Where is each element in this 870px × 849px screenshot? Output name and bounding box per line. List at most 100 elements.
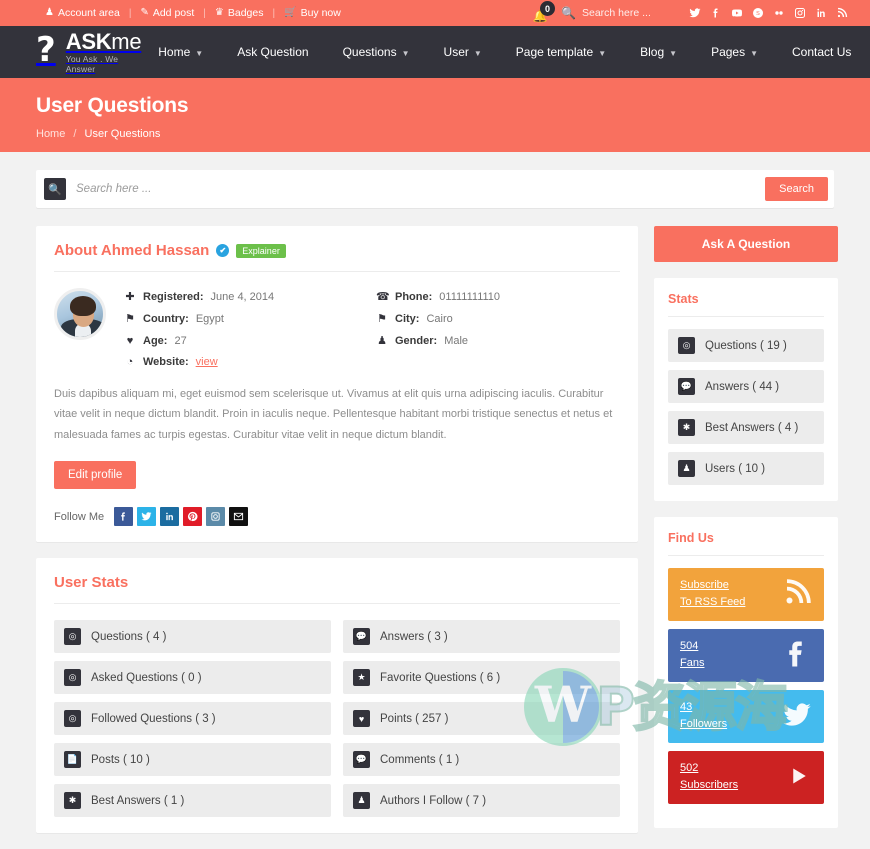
nav-item-contact-us[interactable]: Contact Us [775,45,868,59]
find-tile-line2: Fans [680,657,705,669]
page-title: User Questions [36,94,189,117]
asterisk-icon: ✱ [678,419,695,436]
nav-label: Contact Us [792,45,852,59]
logo-name-bold: ASK [65,28,112,54]
skype-icon[interactable]: S [747,3,768,24]
find-tile-line2: To RSS Feed [680,596,746,608]
page-banner: User Questions Home / User Questions [0,78,870,152]
nav-item-user[interactable]: User ▼ [427,45,499,59]
stat-row-comments[interactable]: 💬 Comments ( 1 ) [343,743,620,777]
profile-name: About Ahmed Hassan [54,242,210,259]
globe-icon: ◔ [126,356,134,368]
stat-row-authors-i-follow[interactable]: ♟ Authors I Follow ( 7 ) [343,784,620,818]
nav-label: Blog [640,45,665,59]
user-icon: ♟ [45,7,54,18]
heart-icon: ♥ [126,334,134,347]
chevron-down-icon: ▼ [750,48,759,58]
find-tile-text: 504 Fans [680,640,704,671]
search-icon[interactable]: 🔍 [561,6,576,20]
info-country: ⚑ Country: Egypt [124,312,368,326]
find-tile-facebook[interactable]: 504 Fans [668,629,824,682]
youtube-icon[interactable] [726,3,747,24]
topbar-search-input[interactable] [582,7,674,19]
info-label: Country: [143,312,189,325]
edit-profile-button[interactable]: Edit profile [54,461,137,490]
sidebar-stat-users[interactable]: ♟ Users ( 10 ) [668,452,824,485]
find-tile-rss[interactable]: Subscribe To RSS Feed [668,568,824,621]
search-input[interactable] [66,183,766,195]
nav-label: User [443,45,469,59]
search-button[interactable]: Search [765,177,828,201]
facebook-icon[interactable] [114,507,134,527]
pinterest-icon[interactable] [183,507,203,527]
nav-item-questions[interactable]: Questions ▼ [326,45,427,59]
nav-label: Ask Question [237,45,309,59]
topbar-link-buy-now[interactable]: 🛒 Buy now [275,7,350,19]
map-pin-icon: ⚑ [377,313,387,325]
stats-widget: Stats ◎ Questions ( 19 ) 💬 Answers ( 44 ) … [654,278,838,501]
nav-item-ask-question[interactable]: Ask Question [220,45,325,59]
topbar-link-add-post[interactable]: ✎ Add post [131,7,203,19]
profile-bio: Duis dapibus aliquam mi, eget euismod se… [54,388,613,441]
follow-icons [114,507,249,527]
twitter-icon[interactable] [137,507,157,527]
nav-item-page-template[interactable]: Page template ▼ [499,45,623,59]
nav-item-blog[interactable]: Blog ▼ [623,45,694,59]
stat-row-posts[interactable]: 📄 Posts ( 10 ) [54,743,331,777]
svg-text:S: S [756,11,760,17]
stat-label: Users ( 10 ) [705,462,766,475]
user-stats-card: User Stats ◎ Questions ( 4 ) 💬 Answers ( 3… [36,558,638,834]
topbar-link-account-area[interactable]: ♟ Account area [36,7,129,19]
nav-item-home[interactable]: Home ▼ [141,45,220,59]
linkedin-icon[interactable] [810,3,831,24]
stat-row-best-answers[interactable]: ✱ Best Answers ( 1 ) [54,784,331,818]
stat-row-answers[interactable]: 💬 Answers ( 3 ) [343,620,620,654]
facebook-icon[interactable] [705,3,726,24]
stat-row-favorite-questions[interactable]: ★ Favorite Questions ( 6 ) [343,661,620,695]
heart-icon: ♥ [353,710,370,728]
phone-icon: ☎ [376,291,390,303]
stats-widget-list: ◎ Questions ( 19 ) 💬 Answers ( 44 ) ✱ Best … [668,329,824,485]
comment-icon: 💬 [678,378,695,395]
info-value: Male [444,334,469,347]
verified-icon: ✔ [216,244,230,257]
clock-question-icon: ◎ [64,628,81,646]
find-tile-twitter[interactable]: 43 Followers [668,690,824,743]
info-website: ◔ Website: view [124,356,368,368]
logo-name-thin: me [111,28,142,54]
website-link[interactable]: view [196,356,218,368]
linkedin-icon[interactable] [160,507,180,527]
section-heading: User Stats [54,574,129,592]
profile-card: About Ahmed Hassan ✔ Explainer ✚ Registe… [36,226,638,543]
instagram-icon[interactable] [206,507,226,527]
rss-icon[interactable] [831,3,852,24]
stat-row-asked-questions[interactable]: ◎ Asked Questions ( 0 ) [54,661,331,695]
sidebar-stat-questions[interactable]: ◎ Questions ( 19 ) [668,329,824,362]
find-tile-line1: 502 [680,762,699,775]
logo-tagline: You Ask . We Answer [65,54,119,75]
breadcrumb-home[interactable]: Home [36,128,65,140]
breadcrumb-current: User Questions [84,128,161,140]
twitter-icon[interactable] [684,3,705,24]
stat-row-points[interactable]: ♥ Points ( 257 ) [343,702,620,736]
instagram-icon[interactable] [789,3,810,24]
find-tile-line1: 504 [680,640,699,653]
topbar-link-badges[interactable]: ♛ Badges [206,7,273,19]
ask-a-question-button[interactable]: Ask A Question [654,226,838,262]
profile-card-title: About Ahmed Hassan ✔ Explainer [54,242,620,272]
find-tile-youtube[interactable]: 502 Subscribers [668,751,824,804]
flickr-icon[interactable] [768,3,789,24]
stat-label: Answers ( 3 ) [380,630,448,643]
stat-row-questions[interactable]: ◎ Questions ( 4 ) [54,620,331,654]
email-icon[interactable] [229,507,249,527]
topbar-search: 🔍 [561,6,674,20]
user-stats-grid: ◎ Questions ( 4 ) 💬 Answers ( 3 ) ◎ Asked Q… [54,604,620,818]
sidebar-stat-best-answers[interactable]: ✱ Best Answers ( 4 ) [668,411,824,444]
topbar-link-label: Badges [227,7,264,19]
site-logo[interactable]: ? ASKme You Ask . We Answer [36,28,142,75]
nav-item-pages[interactable]: Pages ▼ [694,45,775,59]
sidebar-stat-answers[interactable]: 💬 Answers ( 44 ) [668,370,824,403]
notification-bell[interactable]: 🔔 0 [529,0,556,26]
info-registered: ✚ Registered: June 4, 2014 [124,290,368,304]
stat-row-followed-questions[interactable]: ◎ Followed Questions ( 3 ) [54,702,331,736]
